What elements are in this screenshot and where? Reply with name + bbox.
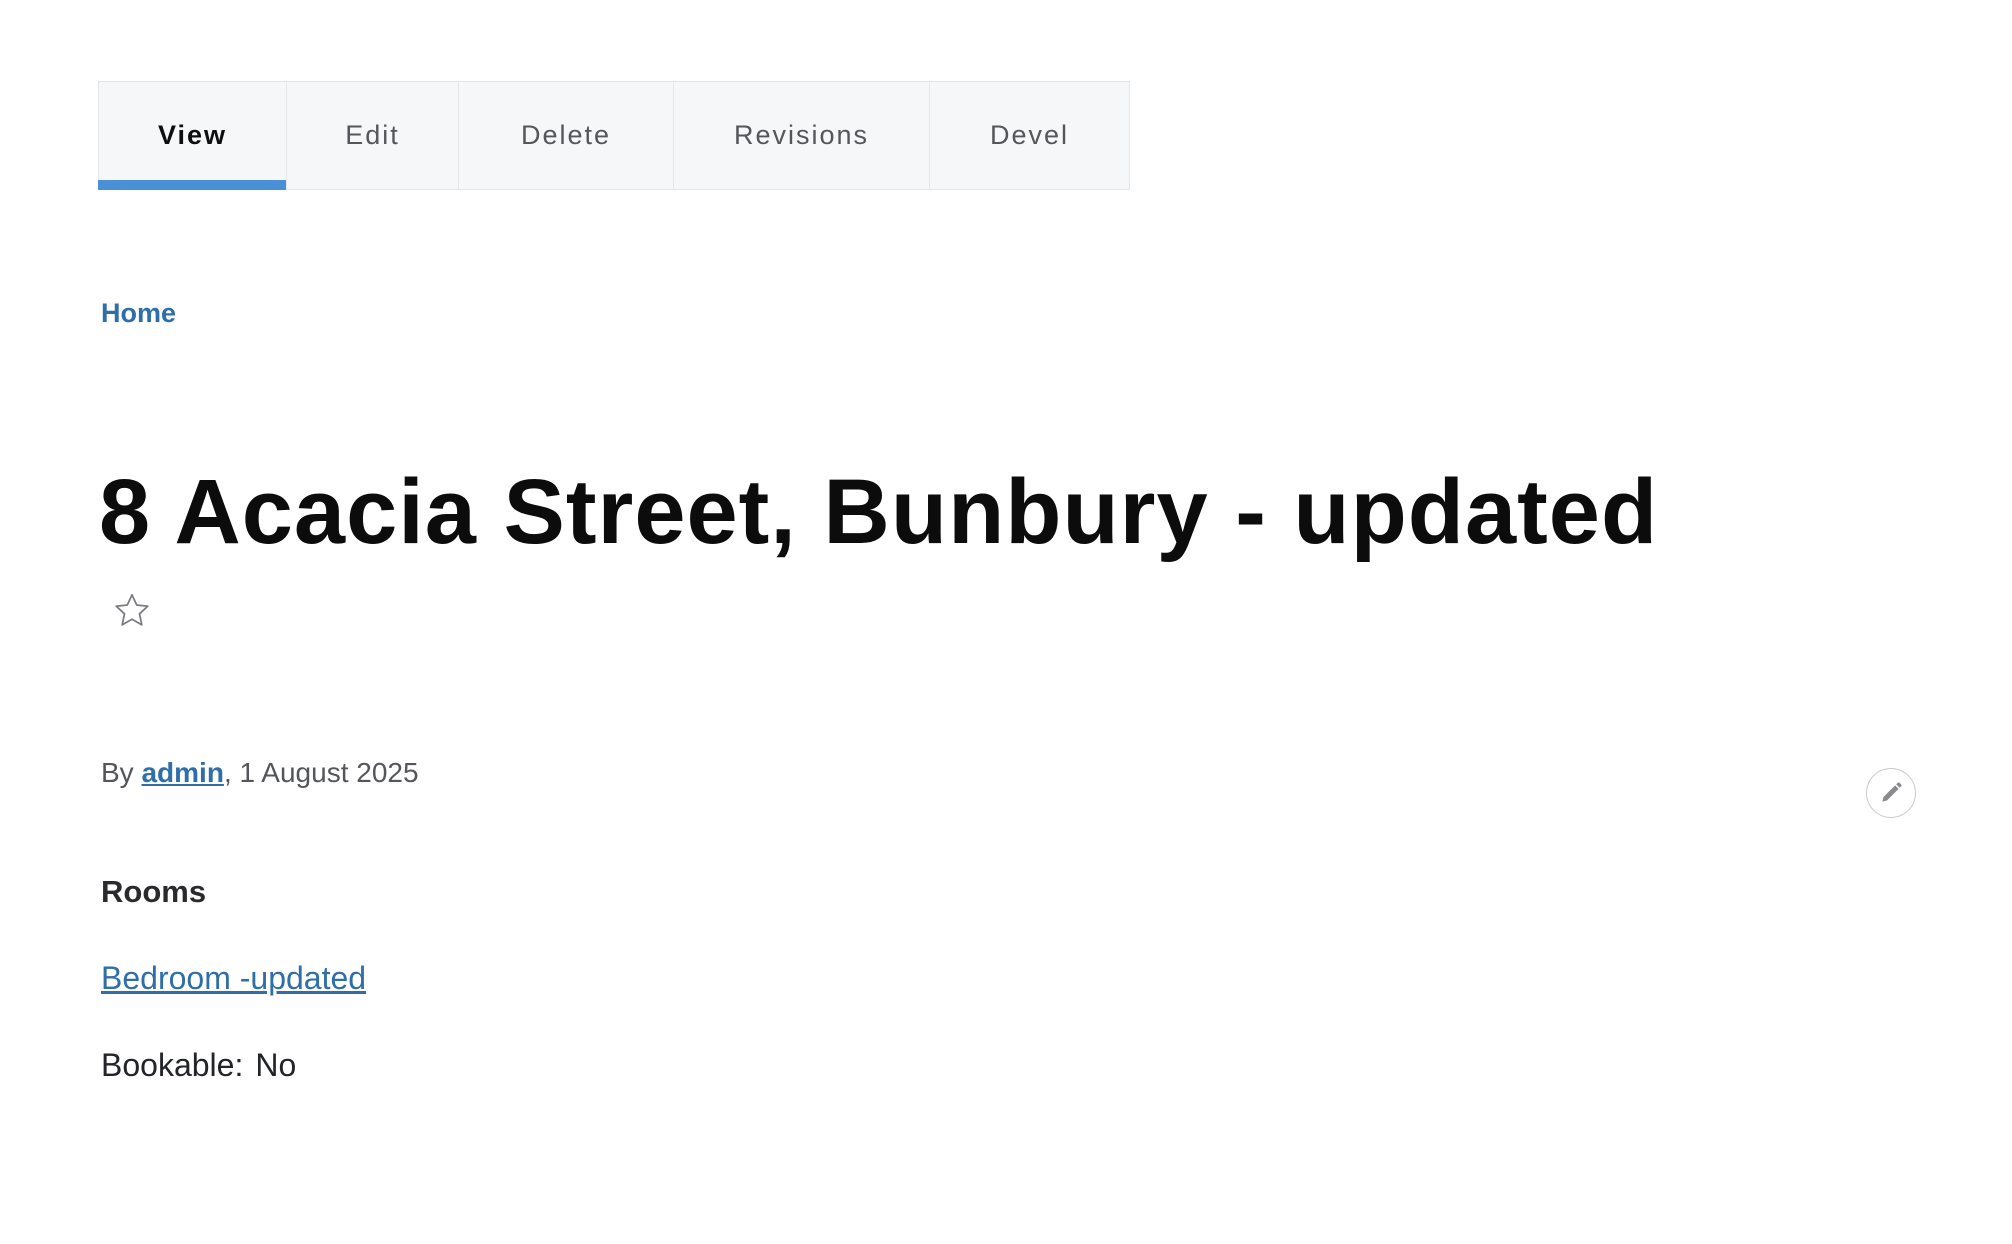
tab-view[interactable]: View	[98, 82, 287, 190]
primary-tabs: View Edit Delete Revisions Devel	[98, 81, 1130, 190]
bookable-field: Bookable: No	[101, 1047, 296, 1084]
bookable-value: No	[255, 1047, 297, 1083]
bookable-label: Bookable:	[101, 1047, 244, 1083]
tab-devel[interactable]: Devel	[930, 82, 1129, 189]
node-byline: By admin, 1 August 2025	[101, 757, 419, 789]
star-outline-icon[interactable]	[111, 590, 153, 632]
tab-revisions[interactable]: Revisions	[674, 82, 930, 189]
author-link[interactable]: admin	[141, 757, 223, 788]
page: View Edit Delete Revisions Devel Home 8 …	[0, 0, 2012, 1244]
page-title: 8 Acacia Street, Bunbury - updated	[99, 461, 1659, 563]
tab-edit[interactable]: Edit	[287, 82, 459, 189]
breadcrumb-home-link[interactable]: Home	[101, 298, 176, 329]
contextual-edit-button[interactable]	[1866, 768, 1916, 818]
byline-date: , 1 August 2025	[223, 757, 419, 788]
byline-prefix: By	[101, 757, 134, 788]
room-link[interactable]: Bedroom -updated	[101, 960, 366, 997]
tab-delete[interactable]: Delete	[459, 82, 674, 189]
pencil-icon	[1882, 782, 1902, 802]
rooms-field-label: Rooms	[101, 874, 207, 909]
